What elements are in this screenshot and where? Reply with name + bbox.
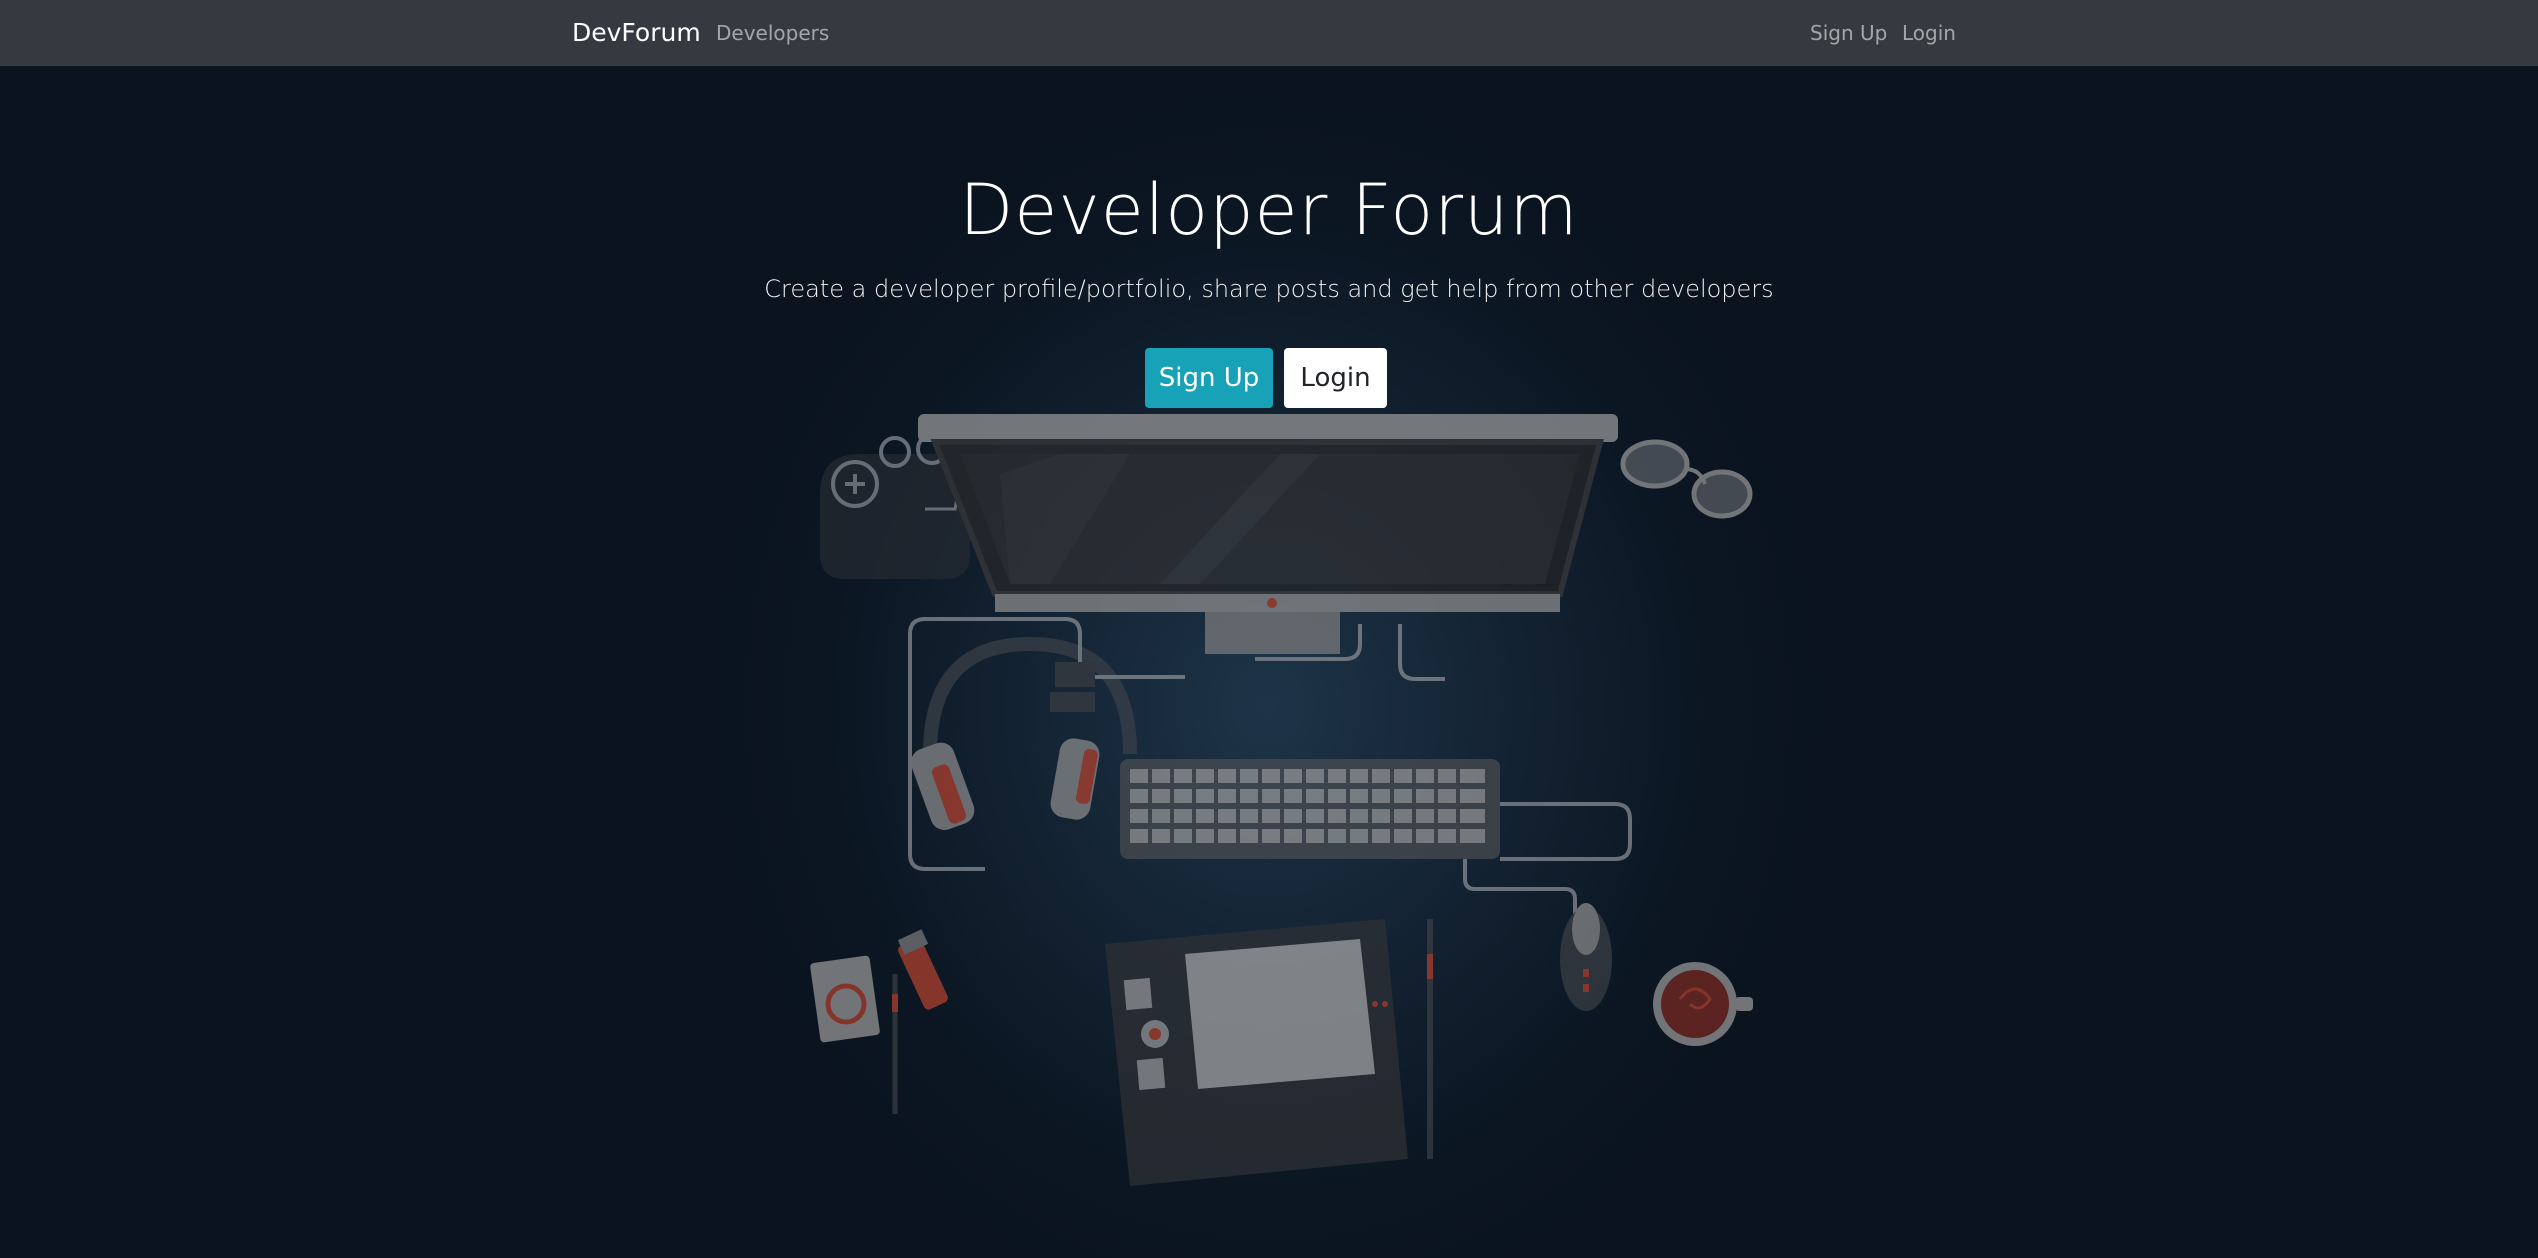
desk-setup-illustration (810, 414, 1753, 1186)
signup-button[interactable]: Sign Up (1145, 348, 1273, 408)
nav-link-developers[interactable]: Developers (716, 18, 829, 48)
brand-logo-link[interactable]: DevForum (572, 14, 701, 52)
landing-hero: Developer Forum Create a developer profi… (0, 66, 2538, 1258)
coffee-cup-icon (1653, 962, 1753, 1046)
cigarette-pack-icon (810, 955, 880, 1043)
hero-lead: Create a developer profile/portfolio, sh… (764, 275, 1774, 303)
keyboard-icon (1120, 759, 1500, 859)
hero-title: Developer Forum (959, 169, 1579, 251)
glasses-icon (1620, 439, 1753, 519)
nav-link-signup[interactable]: Sign Up (1810, 18, 1887, 48)
drawing-tablet-icon (1105, 919, 1408, 1186)
login-button[interactable]: Login (1284, 348, 1387, 408)
headphones-icon (910, 636, 1137, 830)
top-navbar: DevForum Developers Sign Up Login (0, 0, 2538, 66)
mouse-icon (1560, 903, 1612, 1011)
lighter-icon (897, 929, 948, 1010)
nav-link-login[interactable]: Login (1902, 18, 1956, 48)
